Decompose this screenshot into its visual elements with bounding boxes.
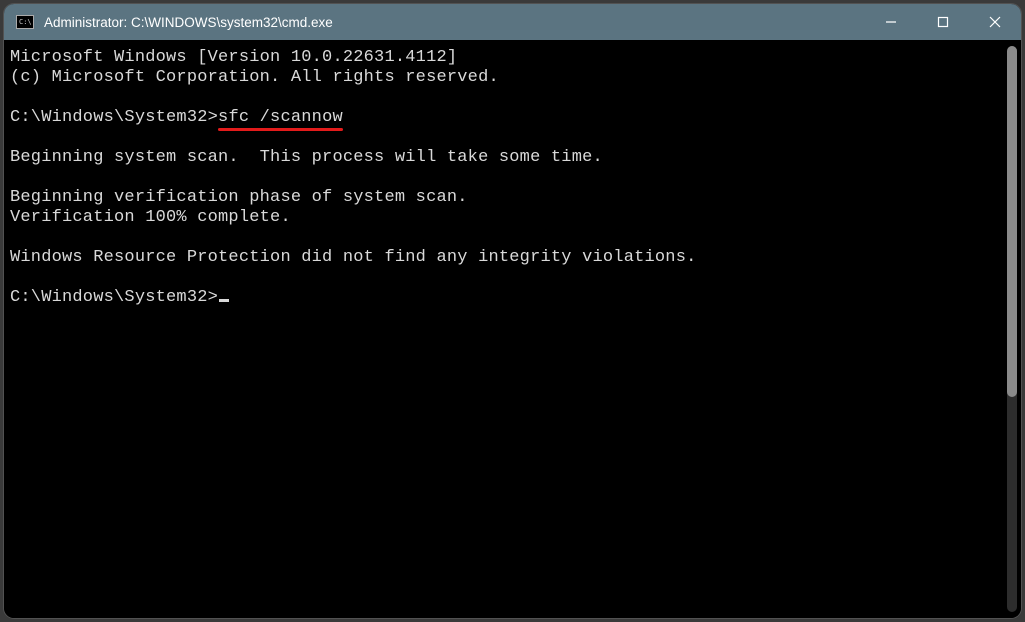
scrollbar-thumb[interactable] — [1007, 46, 1017, 397]
output-line: Windows Resource Protection did not find… — [10, 248, 697, 267]
entered-command: sfc /scannow — [218, 108, 343, 128]
minimize-icon — [885, 16, 897, 28]
window-title: Administrator: C:\WINDOWS\system32\cmd.e… — [44, 15, 333, 30]
cmd-app-icon: C:\ — [16, 15, 34, 29]
maximize-button[interactable] — [917, 4, 969, 40]
output-line: (c) Microsoft Corporation. All rights re… — [10, 68, 499, 87]
minimize-button[interactable] — [865, 4, 917, 40]
output-line: Microsoft Windows [Version 10.0.22631.41… — [10, 48, 457, 67]
text-cursor — [219, 299, 229, 302]
maximize-icon — [937, 16, 949, 28]
output-line: Beginning system scan. This process will… — [10, 148, 603, 167]
output-line: Beginning verification phase of system s… — [10, 188, 468, 207]
prompt-path: C:\Windows\System32> — [10, 108, 218, 127]
close-icon — [989, 16, 1001, 28]
titlebar[interactable]: C:\ Administrator: C:\WINDOWS\system32\c… — [4, 4, 1021, 40]
output-line: Verification 100% complete. — [10, 208, 291, 227]
prompt-path: C:\Windows\System32> — [10, 288, 218, 307]
terminal-area[interactable]: Microsoft Windows [Version 10.0.22631.41… — [4, 40, 1021, 618]
cmd-window: C:\ Administrator: C:\WINDOWS\system32\c… — [4, 4, 1021, 618]
close-button[interactable] — [969, 4, 1021, 40]
scrollbar[interactable] — [1007, 46, 1017, 612]
